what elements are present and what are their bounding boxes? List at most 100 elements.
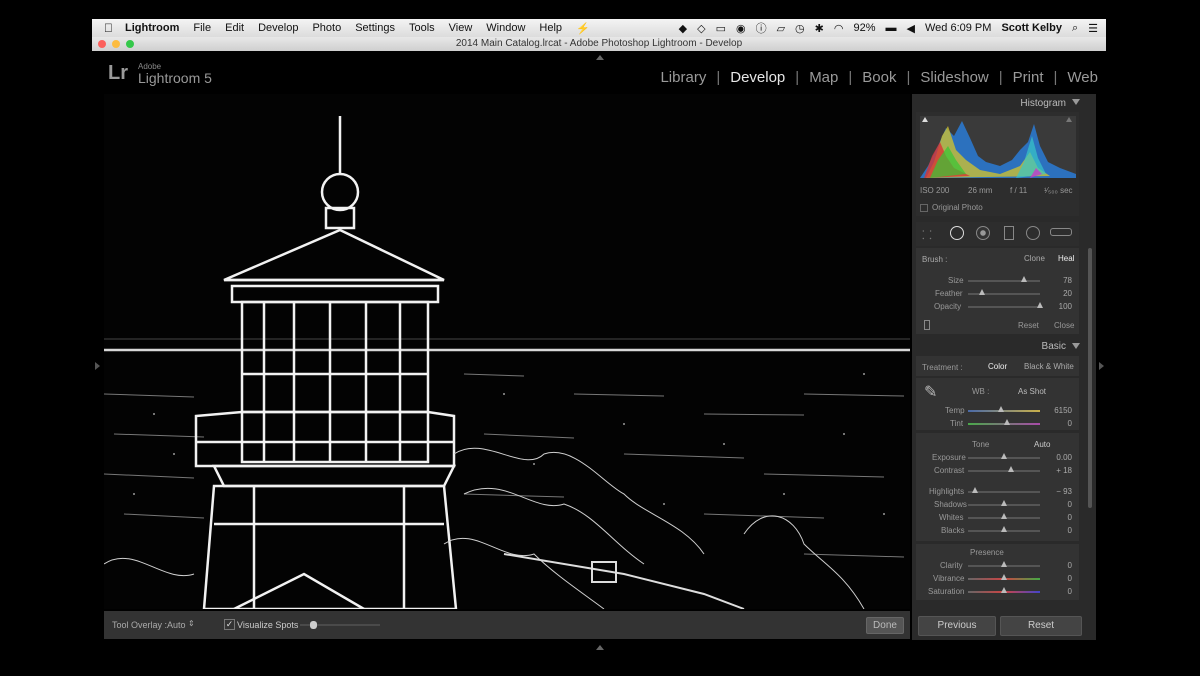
module-book[interactable]: Book <box>852 69 906 86</box>
evernote-icon[interactable]: ◆ <box>679 22 687 35</box>
left-panel-toggle-icon[interactable] <box>95 362 100 370</box>
module-web[interactable]: Web <box>1057 69 1098 86</box>
menu-app-lightroom[interactable]: Lightroom <box>125 22 179 34</box>
clarity-knob[interactable] <box>1001 561 1007 567</box>
clone-mode-button[interactable]: Clone <box>1024 254 1045 263</box>
basic-collapse-icon[interactable] <box>1072 343 1080 349</box>
treatment-bw-button[interactable]: Black & White <box>1024 362 1074 371</box>
module-slideshow[interactable]: Slideshow <box>910 69 998 86</box>
module-library[interactable]: Library <box>650 69 716 86</box>
exposure-knob[interactable] <box>1001 453 1007 459</box>
display-icon[interactable]: ▭ <box>716 22 726 35</box>
blacks-knob[interactable] <box>1001 526 1007 532</box>
contrast-value[interactable]: + 18 <box>1042 466 1072 475</box>
size-slider[interactable] <box>968 280 1040 282</box>
volume-icon[interactable]: ◀ <box>907 22 915 35</box>
lightning-icon[interactable]: ⚡ <box>576 22 590 35</box>
menu-settings[interactable]: Settings <box>355 22 395 34</box>
close-window-button[interactable] <box>98 40 106 48</box>
notification-center-icon[interactable]: ☰ <box>1088 22 1098 35</box>
wb-eyedropper-icon[interactable]: ✎ <box>924 382 937 402</box>
user-name[interactable]: Scott Kelby <box>1001 22 1062 34</box>
clarity-value[interactable]: 0 <box>1042 561 1072 570</box>
size-value[interactable]: 78 <box>1042 276 1072 285</box>
shadows-knob[interactable] <box>1001 500 1007 506</box>
module-map[interactable]: Map <box>799 69 848 86</box>
opacity-slider[interactable] <box>968 306 1040 308</box>
whites-value[interactable]: 0 <box>1042 513 1072 522</box>
spot-reset-button[interactable]: Reset <box>1018 321 1039 330</box>
right-panel-toggle-icon[interactable] <box>1099 362 1104 370</box>
menu-edit[interactable]: Edit <box>225 22 244 34</box>
temp-value[interactable]: 6150 <box>1042 406 1072 415</box>
size-knob[interactable] <box>1021 276 1028 282</box>
menu-tools[interactable]: Tools <box>409 22 435 34</box>
dropbox-icon[interactable]: ◇ <box>697 22 705 35</box>
shadow-clipping-icon[interactable] <box>922 117 928 122</box>
feather-knob[interactable] <box>979 289 986 295</box>
tool-overlay-select[interactable]: Auto <box>167 620 186 630</box>
tone-auto-button[interactable]: Auto <box>1034 440 1050 449</box>
basic-panel-title[interactable]: Basic <box>1042 341 1066 352</box>
menu-view[interactable]: View <box>449 22 473 34</box>
tint-knob[interactable] <box>1004 419 1010 425</box>
whites-knob[interactable] <box>1001 513 1007 519</box>
module-develop[interactable]: Develop <box>720 69 795 86</box>
battery-percent[interactable]: 92% <box>853 22 875 34</box>
histogram-collapse-icon[interactable] <box>1072 99 1080 105</box>
original-photo-checkbox[interactable] <box>920 204 928 212</box>
temp-slider[interactable] <box>968 410 1040 412</box>
spot-close-button[interactable]: Close <box>1054 321 1074 330</box>
info-icon[interactable]: ⓘ <box>756 20 767 36</box>
temp-knob[interactable] <box>998 406 1004 412</box>
treatment-color-button[interactable]: Color <box>988 362 1007 371</box>
radial-filter-icon[interactable] <box>1026 226 1040 240</box>
spot-removal-tool-icon[interactable] <box>950 226 964 240</box>
filmstrip-toggle-icon[interactable] <box>596 645 604 650</box>
adjustment-brush-icon[interactable] <box>1050 228 1072 236</box>
vibrance-value[interactable]: 0 <box>1042 574 1072 583</box>
photo-canvas[interactable] <box>104 94 910 609</box>
tint-value[interactable]: 0 <box>1042 419 1072 428</box>
module-print[interactable]: Print <box>1003 69 1054 86</box>
minimize-window-button[interactable] <box>112 40 120 48</box>
visualize-threshold-knob[interactable] <box>310 621 317 629</box>
heal-mode-button[interactable]: Heal <box>1058 254 1074 263</box>
menu-window[interactable]: Window <box>486 22 525 34</box>
highlights-knob[interactable] <box>972 487 978 493</box>
contrast-slider[interactable] <box>968 470 1040 472</box>
red-eye-tool-icon[interactable] <box>976 226 990 240</box>
zoom-window-button[interactable] <box>126 40 134 48</box>
top-panel-toggle-icon[interactable] <box>596 55 604 60</box>
previous-button[interactable]: Previous <box>918 616 996 636</box>
exposure-value[interactable]: 0.00 <box>1042 453 1072 462</box>
time-machine-icon[interactable]: ◷ <box>795 22 805 35</box>
apple-menu-icon[interactable]:  <box>104 21 113 35</box>
opacity-value[interactable]: 100 <box>1042 302 1072 311</box>
menu-photo[interactable]: Photo <box>312 22 341 34</box>
reset-button[interactable]: Reset <box>1000 616 1082 636</box>
visualize-spots-checkbox[interactable]: ✓ <box>224 619 235 630</box>
contrast-knob[interactable] <box>1008 466 1014 472</box>
wifi-icon[interactable]: ◠ <box>834 22 844 35</box>
highlight-clipping-icon[interactable] <box>1066 117 1072 122</box>
wb-select[interactable]: As Shot <box>1018 387 1046 396</box>
saturation-value[interactable]: 0 <box>1042 587 1072 596</box>
shadows-value[interactable]: 0 <box>1042 500 1072 509</box>
blacks-value[interactable]: 0 <box>1042 526 1072 535</box>
highlights-slider[interactable] <box>968 491 1040 493</box>
spotlight-search-icon[interactable]: ⌕ <box>1072 22 1078 35</box>
done-button[interactable]: Done <box>866 617 904 634</box>
clock[interactable]: Wed 6:09 PM <box>925 22 991 34</box>
histogram-graph[interactable] <box>920 116 1076 178</box>
bluetooth-icon[interactable]: ✱ <box>815 22 824 35</box>
panel-scrollbar[interactable] <box>1088 248 1092 508</box>
vibrance-knob[interactable] <box>1001 574 1007 580</box>
menu-file[interactable]: File <box>193 22 211 34</box>
menu-help[interactable]: Help <box>539 22 562 34</box>
feather-value[interactable]: 20 <box>1042 289 1072 298</box>
histogram-panel-title[interactable]: Histogram <box>1020 98 1066 109</box>
menu-develop[interactable]: Develop <box>258 22 298 34</box>
crop-tool-icon[interactable]: ⸬ <box>922 226 932 243</box>
mask-toggle-icon[interactable] <box>924 320 930 330</box>
